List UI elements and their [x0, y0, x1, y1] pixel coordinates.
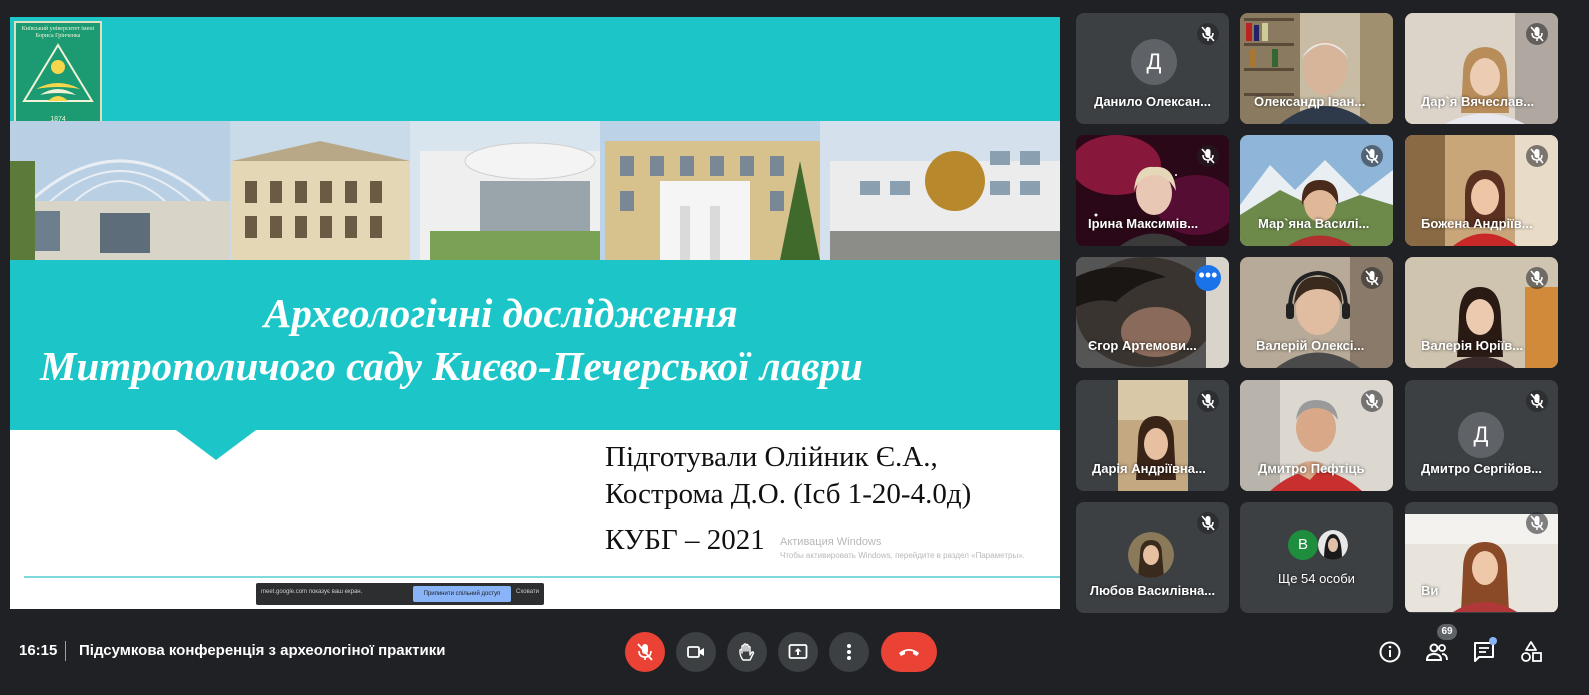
participant-name: Дмитро Сергійов...: [1420, 461, 1543, 476]
self-view-tile[interactable]: Ви: [1405, 502, 1558, 613]
university-logo: Київський університет імені Бориса Грінч…: [14, 21, 102, 127]
avatar: Д: [1131, 39, 1177, 85]
participant-name: Олександр Іван...: [1254, 94, 1366, 109]
mic-off-icon: [1526, 23, 1548, 45]
participant-tile[interactable]: Дмитро Пефтіць: [1240, 380, 1393, 491]
leave-call-button[interactable]: [881, 632, 937, 672]
avatar: [1128, 532, 1174, 578]
raise-hand-icon: [739, 643, 755, 661]
more-options-icon: [847, 644, 851, 660]
participant-name: Мар`яна Василі...: [1258, 216, 1370, 231]
participant-tile[interactable]: Д Дмитро Сергійов...: [1405, 380, 1558, 491]
participant-name: Дар`я Вячеслав...: [1421, 94, 1535, 109]
mic-off-icon: [1526, 512, 1548, 534]
participant-tile-active[interactable]: ••• Єгор Артемови...: [1076, 257, 1229, 368]
more-participants-tile[interactable]: В Ще 54 особи: [1240, 502, 1393, 613]
slide-year: КУБГ – 2021: [605, 524, 765, 556]
participant-name: Любов Василівна...: [1089, 583, 1216, 598]
participant-tile[interactable]: Дарія Андріївна...: [1076, 380, 1229, 491]
participant-tile[interactable]: Валерій Олексі...: [1240, 257, 1393, 368]
stop-sharing-button[interactable]: Припинити спільний доступ: [413, 586, 511, 602]
participant-name: Валерія Юріїв...: [1421, 338, 1524, 353]
more-options-icon[interactable]: •••: [1195, 265, 1221, 291]
participant-tile[interactable]: Божена Андріїв...: [1405, 135, 1558, 246]
mic-off-icon: [1526, 145, 1548, 167]
slide-pointer-shape: [176, 430, 256, 460]
more-options-button[interactable]: [829, 632, 869, 672]
slide-top-band: [10, 17, 1060, 121]
info-icon: [1379, 641, 1401, 663]
participant-tile[interactable]: Ірина Максимів...: [1076, 135, 1229, 246]
participant-tile[interactable]: Д Данило Олексан...: [1076, 13, 1229, 124]
activities-button[interactable]: [1518, 639, 1544, 665]
mic-off-icon: [1197, 23, 1219, 45]
watermark-line-2: Чтобы активировать Windows, перейдите в …: [780, 551, 1025, 560]
meeting-details-button[interactable]: [1377, 639, 1403, 665]
participant-name: Данило Олексан...: [1094, 94, 1211, 109]
present-screen-icon: [788, 644, 808, 659]
watermark-line-1: Активация Windows: [780, 536, 882, 548]
participant-name: Божена Андріїв...: [1421, 216, 1533, 231]
more-participants-label: Ще 54 особи: [1278, 571, 1355, 586]
people-icon: [1425, 643, 1448, 661]
hang-up-icon: [899, 649, 919, 656]
participant-tile[interactable]: Дар`я Вячеслав...: [1405, 13, 1558, 124]
camera-icon: [687, 646, 704, 658]
participant-count-badge: 69: [1437, 624, 1457, 640]
participant-tile[interactable]: Валерія Юріїв...: [1405, 257, 1558, 368]
mic-off-icon: [1361, 267, 1383, 289]
activities-icon: [1521, 641, 1542, 662]
meeting-title: Підсумкова конференція з археологіної пр…: [79, 642, 446, 659]
mic-off-icon: [1526, 267, 1548, 289]
participant-name: Дарія Андріївна...: [1092, 461, 1206, 476]
participant-name: Ви: [1421, 583, 1439, 598]
mic-off-icon: [1197, 390, 1219, 412]
participant-name: Єгор Артемови...: [1088, 338, 1197, 353]
avatar: Д: [1458, 412, 1504, 458]
participant-name: Дмитро Пефтіць: [1258, 461, 1365, 476]
participant-tile[interactable]: Любов Василівна...: [1076, 502, 1229, 613]
show-everyone-button[interactable]: [1424, 639, 1450, 665]
mini-avatar-photo: [1318, 530, 1348, 560]
mic-off-icon: [1197, 145, 1219, 167]
meeting-control-bar: 16:15 Підсумкова конференція з археологі…: [0, 612, 1589, 695]
participant-tile[interactable]: Мар`яна Василі...: [1240, 135, 1393, 246]
mic-off-icon: [1526, 390, 1548, 412]
divider: [65, 641, 66, 661]
slide-authors: Підготували Олійник Є.А., Кострома Д.О. …: [605, 439, 971, 513]
participant-tile[interactable]: Олександр Іван...: [1240, 13, 1393, 124]
hide-share-bar-button[interactable]: Сховати: [516, 589, 539, 595]
logo-text: Київський університет імені Бориса Грінч…: [21, 26, 95, 39]
windows-activation-watermark: Активация Windows Чтобы активировать Win…: [780, 536, 1025, 562]
campus-photo-strip: [10, 121, 1060, 260]
slide-title-line-1: Археологічні дослідження: [264, 290, 738, 336]
present-screen-button[interactable]: [778, 632, 818, 672]
authors-line-2: Кострома Д.О. (Ісб 1-20-4.0д): [605, 478, 972, 510]
share-message: meet.google.com показує ваш екран.: [261, 589, 363, 595]
slide-divider: [24, 576, 1060, 578]
mic-off-icon: [637, 643, 653, 661]
more-participants-avatars: В: [1288, 530, 1348, 562]
slide-title-line-2: Митрополичого саду Києво-Печерської лавр…: [40, 343, 863, 389]
microphone-toggle-button[interactable]: [625, 632, 665, 672]
clock: 16:15: [19, 642, 58, 659]
mini-avatar: В: [1288, 530, 1318, 560]
participant-name: Валерій Олексі...: [1256, 338, 1365, 353]
authors-line-1: Підготували Олійник Є.А.,: [605, 441, 938, 473]
mic-off-icon: [1361, 390, 1383, 412]
mic-off-icon: [1197, 512, 1219, 534]
raise-hand-button[interactable]: [727, 632, 767, 672]
screen-share-bar: meet.google.com показує ваш екран. Припи…: [256, 583, 544, 605]
mic-off-icon: [1361, 145, 1383, 167]
camera-toggle-button[interactable]: [676, 632, 716, 672]
shared-presentation: Київський університет імені Бориса Грінч…: [10, 17, 1060, 609]
participant-name: Ірина Максимів...: [1088, 216, 1199, 231]
chat-notification-dot: [1489, 637, 1497, 645]
